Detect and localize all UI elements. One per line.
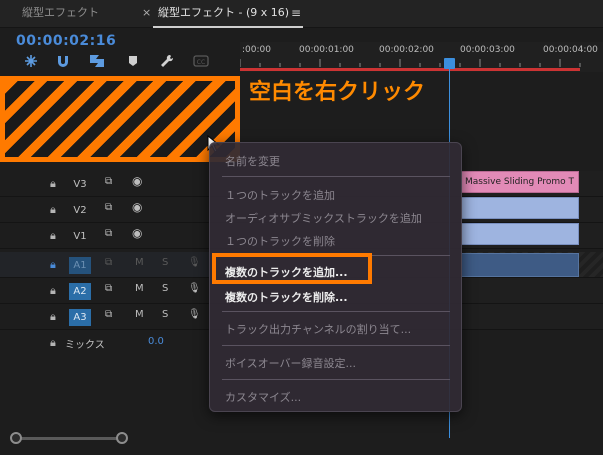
track-header-v1[interactable]: 🔒︎ V1 ⧉ ◉ bbox=[0, 223, 240, 249]
linked-selection-icon[interactable] bbox=[88, 53, 106, 69]
tab-vertical-effect-9x16[interactable]: 縦型エフェクト - (9 x 16) bbox=[158, 0, 289, 28]
playhead-timecode[interactable]: 00:00:02:16 bbox=[16, 33, 116, 49]
menu-item-voiceover-settings[interactable]: ボイスオーバー録音設定... bbox=[225, 355, 356, 371]
add-marker-icon[interactable] bbox=[124, 53, 142, 69]
menu-item-rename[interactable]: 名前を変更 bbox=[225, 153, 280, 169]
captions-icon[interactable]: CC bbox=[192, 53, 210, 69]
ruler-label: 00:00:04:00 bbox=[543, 45, 598, 55]
menu-item-delete-tracks[interactable]: 複数のトラックを削除... bbox=[225, 289, 348, 305]
zoom-scrollbar[interactable] bbox=[10, 432, 602, 444]
ruler-label: :00:00 bbox=[242, 45, 271, 55]
lock-icon[interactable]: 🔒︎ bbox=[50, 229, 56, 243]
clip-video-v2[interactable] bbox=[461, 197, 579, 219]
add-tracks-highlight-box bbox=[212, 253, 372, 284]
track-header-v2[interactable]: 🔒︎ V2 ⧉ ◉ bbox=[0, 197, 240, 223]
lock-icon[interactable]: 🔒︎ bbox=[50, 177, 56, 191]
sync-lock-icon[interactable]: ⧉ bbox=[105, 283, 112, 294]
mute-button[interactable]: M bbox=[135, 309, 144, 320]
solo-button[interactable]: S bbox=[162, 283, 168, 294]
eye-icon[interactable]: ◉ bbox=[132, 200, 142, 214]
menu-separator bbox=[222, 345, 450, 346]
microphone-icon[interactable]: 🎙︎ bbox=[188, 309, 201, 320]
mute-button[interactable]: M bbox=[135, 283, 144, 294]
work-area-bar[interactable] bbox=[240, 68, 580, 71]
lock-icon[interactable]: 🔒︎ bbox=[50, 258, 56, 272]
mix-label: ミックス bbox=[65, 340, 105, 351]
eye-icon[interactable]: ◉ bbox=[132, 174, 142, 188]
lock-icon[interactable]: 🔒︎ bbox=[50, 284, 56, 298]
track-context-menu: 名前を変更 １つのトラックを追加 オーディオサブミックストラックを追加 １つのト… bbox=[209, 142, 462, 412]
menu-item-assign-output-channels[interactable]: トラック出力チャンネルの割り当て... bbox=[225, 321, 411, 337]
instruction-callout: 空白を右クリック bbox=[249, 80, 426, 105]
track-header-a1[interactable]: 🔒︎ A1 ⧉ M S 🎙︎ bbox=[0, 252, 240, 278]
lock-icon[interactable]: 🔒︎ bbox=[50, 203, 56, 217]
track-name-a3[interactable]: A3 bbox=[69, 309, 91, 326]
mute-button[interactable]: M bbox=[135, 257, 144, 268]
track-header-a3[interactable]: 🔒︎ A3 ⧉ M S 🎙︎ bbox=[0, 304, 240, 330]
panel-menu-icon[interactable]: ≡ bbox=[291, 0, 301, 28]
solo-button[interactable]: S bbox=[162, 309, 168, 320]
sync-lock-icon[interactable]: ⧉ bbox=[105, 176, 112, 187]
panel-tab-bar: 縦型エフェクト × 縦型エフェクト - (9 x 16) ≡ bbox=[0, 0, 603, 28]
lock-icon[interactable]: 🔒︎ bbox=[50, 336, 56, 350]
sync-lock-icon[interactable]: ⧉ bbox=[105, 228, 112, 239]
ruler-ticks bbox=[240, 59, 581, 67]
track-name-a1[interactable]: A1 bbox=[69, 257, 91, 274]
track-header-a2[interactable]: 🔒︎ A2 ⧉ M S 🎙︎ bbox=[0, 278, 240, 304]
track-name-v2[interactable]: V2 bbox=[69, 202, 91, 219]
sync-lock-icon[interactable]: ⧉ bbox=[105, 257, 112, 268]
scroll-handle-right[interactable] bbox=[116, 432, 128, 444]
sync-lock-icon[interactable]: ⧉ bbox=[105, 309, 112, 320]
clip-title-graphic[interactable]: Massive Sliding Promo T bbox=[461, 171, 579, 193]
sync-lock-icon[interactable]: ⧉ bbox=[105, 202, 112, 213]
ruler-label: 00:00:02:00 bbox=[379, 45, 434, 55]
snap-magnet-icon[interactable] bbox=[54, 53, 72, 69]
clip-video-v1[interactable] bbox=[461, 223, 579, 245]
ruler-label: 00:00:01:00 bbox=[299, 45, 354, 55]
empty-header-area-highlight[interactable] bbox=[0, 76, 240, 162]
microphone-icon[interactable]: 🎙︎ bbox=[188, 283, 201, 294]
tab-close-icon[interactable]: × bbox=[142, 0, 151, 28]
microphone-icon[interactable]: 🎙︎ bbox=[188, 257, 201, 268]
track-name-a2[interactable]: A2 bbox=[69, 283, 91, 300]
scroll-track[interactable] bbox=[18, 437, 126, 440]
scroll-handle-left[interactable] bbox=[10, 432, 22, 444]
track-name-v1[interactable]: V1 bbox=[69, 228, 91, 245]
menu-item-customize[interactable]: カスタマイズ... bbox=[225, 389, 301, 405]
tab-vertical-effect[interactable]: 縦型エフェクト bbox=[22, 0, 99, 28]
menu-item-delete-track[interactable]: １つのトラックを削除 bbox=[225, 233, 335, 249]
active-tab-indicator bbox=[153, 26, 303, 28]
svg-text:CC: CC bbox=[197, 59, 205, 66]
timeline-settings-wrench-icon[interactable] bbox=[158, 53, 176, 69]
menu-item-add-track[interactable]: １つのトラックを追加 bbox=[225, 187, 335, 203]
nest-sequence-icon[interactable] bbox=[22, 53, 40, 69]
track-name-v3[interactable]: V3 bbox=[69, 176, 91, 193]
menu-separator bbox=[222, 176, 450, 177]
clip-audio-a1[interactable] bbox=[461, 253, 579, 277]
menu-item-add-audio-submix[interactable]: オーディオサブミックストラックを追加 bbox=[225, 210, 422, 226]
menu-separator bbox=[222, 379, 450, 380]
solo-button[interactable]: S bbox=[162, 257, 168, 268]
mix-volume-value[interactable]: 0.0 bbox=[148, 336, 164, 347]
menu-separator bbox=[222, 311, 450, 312]
eye-icon[interactable]: ◉ bbox=[132, 226, 142, 240]
ruler-label: 00:00:03:00 bbox=[460, 45, 515, 55]
track-header-v3[interactable]: 🔒︎ V3 ⧉ ◉ bbox=[0, 171, 240, 197]
lock-icon[interactable]: 🔒︎ bbox=[50, 310, 56, 324]
mix-track-header[interactable]: 🔒︎ ミックス 0.0 bbox=[0, 330, 240, 356]
